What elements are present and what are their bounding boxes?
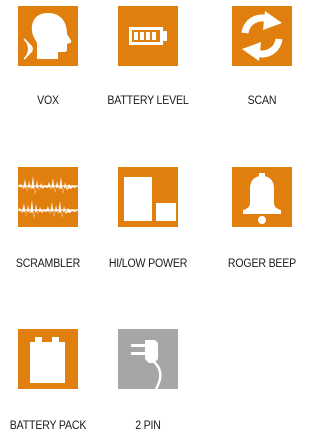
scan-arrows-icon — [241, 11, 283, 61]
bell-icon — [243, 173, 281, 224]
roger-beep-tile — [232, 167, 292, 227]
vox-tile — [18, 6, 78, 66]
hi-low-power-label: HI/LOW POWER — [108, 258, 188, 270]
two-pin-tile — [118, 329, 178, 389]
hi-low-power-tile — [118, 167, 178, 227]
power-level-blocks-icon — [124, 177, 176, 221]
battery-level-tile — [118, 6, 178, 66]
scrambled-waveform-icon — [18, 176, 78, 219]
speaking-head-icon — [23, 13, 72, 60]
two-pin-label: 2 PIN — [135, 420, 161, 432]
battery-pack-tile — [18, 329, 78, 389]
roger-beep-label: ROGER BEEP — [227, 258, 297, 270]
battery-pack-icon — [30, 337, 65, 383]
scan-label: SCAN — [247, 95, 277, 107]
battery-level-label: BATTERY LEVEL — [107, 95, 189, 107]
vox-label: VOX — [37, 95, 59, 107]
scrambler-label: SCRAMBLER — [15, 258, 81, 270]
battery-pack-label: BATTERY PACK — [9, 420, 87, 432]
battery-level-icon — [129, 27, 167, 45]
scan-tile — [232, 6, 292, 66]
two-pin-plug-icon — [131, 340, 162, 389]
scrambler-tile — [18, 167, 78, 227]
